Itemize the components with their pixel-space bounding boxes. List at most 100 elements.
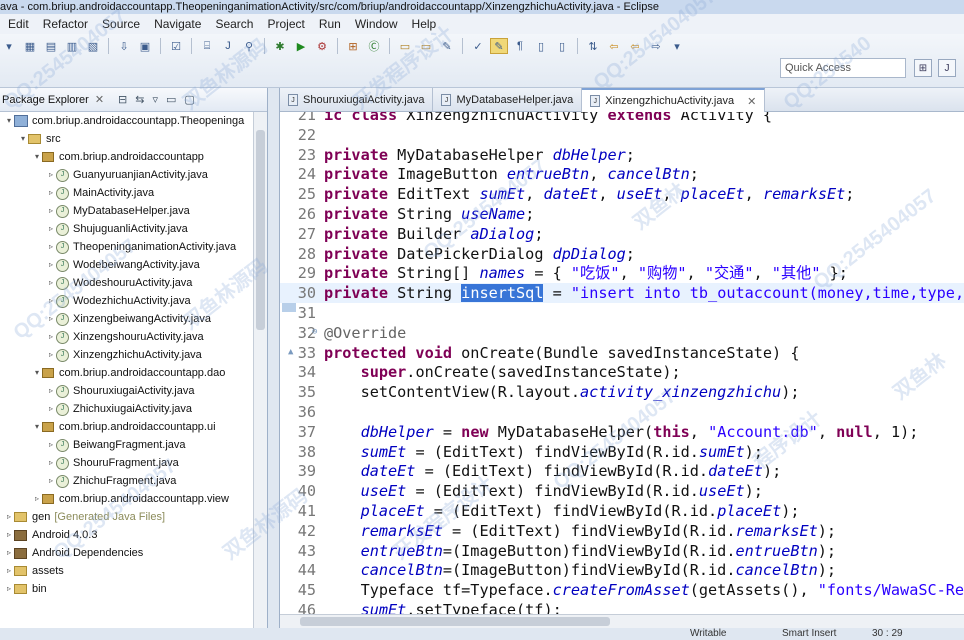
tree-item[interactable]: ▹ J WodeshouruActivity.java (0, 274, 267, 292)
collapsed-arrow-icon[interactable]: ▹ (46, 454, 56, 472)
expanded-arrow-icon[interactable]: ▾ (18, 130, 28, 148)
menu-window[interactable]: Window (348, 17, 405, 31)
annotation-icon[interactable]: ✓ (469, 38, 487, 54)
collapsed-arrow-icon[interactable]: ▹ (46, 310, 56, 328)
expanded-arrow-icon[interactable]: ▾ (4, 112, 14, 130)
editor-tab[interactable]: J MyDatabaseHelper.java (433, 88, 583, 112)
code-line[interactable]: 41 placeEt = (EditText) findViewById(R.i… (280, 501, 964, 521)
tree-item[interactable]: ▹ J ShujuguanliActivity.java (0, 220, 267, 238)
collapsed-arrow-icon[interactable]: ▹ (46, 382, 56, 400)
code-line[interactable]: 30 private String insertSql = "insert int… (280, 283, 964, 304)
open-perspective-icon[interactable]: ⊞ (914, 59, 932, 77)
print-icon[interactable]: ▧ (84, 38, 102, 54)
tree-item[interactable]: ▹ J BeiwangFragment.java (0, 436, 267, 454)
code-line[interactable]: 34 super.onCreate(savedInstanceState); (280, 362, 964, 382)
menu-refactor[interactable]: Refactor (36, 17, 95, 31)
open-type-icon[interactable]: ⌸ (198, 38, 216, 54)
collapsed-arrow-icon[interactable]: ▹ (46, 400, 56, 418)
quick-access-field[interactable]: Quick Access (780, 58, 906, 78)
run-icon[interactable]: ▶ (292, 38, 310, 54)
block-select-icon[interactable]: ▯ (532, 38, 550, 54)
tree-item[interactable]: ▹ assets (0, 562, 267, 580)
menu-search[interactable]: Search (208, 17, 260, 31)
tree-item[interactable]: ▹ J GuanyuruanjianActivity.java (0, 166, 267, 184)
build-icon[interactable]: ⇩ (115, 38, 133, 54)
scrollbar-thumb[interactable] (256, 130, 265, 330)
expanded-arrow-icon[interactable]: ▾ (32, 418, 42, 436)
collapsed-arrow-icon[interactable]: ▹ (46, 274, 56, 292)
tree-item[interactable]: ▹ J MyDatabaseHelper.java (0, 202, 267, 220)
tree-scrollbar[interactable] (253, 112, 267, 628)
collapsed-arrow-icon[interactable]: ▹ (46, 292, 56, 310)
menu-run[interactable]: Run (312, 17, 348, 31)
open-folder-icon[interactable]: ▭ (396, 38, 414, 54)
split-editor-icon[interactable]: ▯ (553, 38, 571, 54)
tree-item[interactable]: ▾ com.briup.androidaccountapp.dao (0, 364, 267, 382)
code-line[interactable]: 21 ic class XinzengzhichuActivity extends… (280, 112, 964, 125)
collapsed-arrow-icon[interactable]: ▹ (46, 238, 56, 256)
collapsed-arrow-icon[interactable]: ▹ (4, 508, 14, 526)
save-icon[interactable]: ▤ (42, 38, 60, 54)
code-line[interactable]: 39 dateEt = (EditText) findViewById(R.id… (280, 461, 964, 481)
code-line[interactable]: 24 private ImageButton entrueBtn, cancelB… (280, 164, 964, 184)
tree-item[interactable]: ▹ Android Dependencies (0, 544, 267, 562)
tree-item[interactable]: ▹ J ZhichuxiugaiActivity.java (0, 400, 267, 418)
tree-item[interactable]: ▾ com.briup.androidaccountapp.Theopeninga (0, 112, 267, 130)
close-icon[interactable]: ✕ (95, 93, 104, 106)
code-line[interactable]: 44 cancelBtn=(ImageButton)findViewById(R… (280, 560, 964, 580)
collapsed-arrow-icon[interactable]: ▹ (46, 436, 56, 454)
tree-item[interactable]: ▹ J XinzengbeiwangActivity.java (0, 310, 267, 328)
tree-item[interactable]: ▹ J ShouruxiugaiActivity.java (0, 382, 267, 400)
editor-tab[interactable]: J XinzengzhichuActivity.java ✕ (582, 88, 766, 112)
fold-collapse-icon[interactable]: ⊖ (312, 327, 317, 337)
expanded-arrow-icon[interactable]: ▾ (32, 148, 42, 166)
back-icon[interactable]: ⇦ (605, 38, 623, 54)
forward-back-icon[interactable]: ⇦ (626, 38, 644, 54)
debug-icon[interactable]: ✱ (271, 38, 289, 54)
highlight-icon[interactable]: ✎ (490, 38, 508, 54)
link-editor-icon[interactable]: ⇆ (135, 93, 144, 106)
tree-item[interactable]: ▹ J ShouruFragment.java (0, 454, 267, 472)
tree-item[interactable]: ▹ J WodezhichuActivity.java (0, 292, 267, 310)
open-file-icon[interactable]: ▭ (417, 38, 435, 54)
tree-item[interactable]: ▹ J XinzengzhichuActivity.java (0, 346, 267, 364)
collapsed-arrow-icon[interactable]: ▹ (46, 166, 56, 184)
tree-item[interactable]: ▾ com.briup.androidaccountapp (0, 148, 267, 166)
code-line[interactable]: 46 sumEt.setTypeface(tf); (280, 600, 964, 614)
maximize-icon[interactable]: ▢ (184, 93, 194, 106)
code-line[interactable]: 31 (280, 303, 964, 323)
collapsed-arrow-icon[interactable]: ▹ (4, 562, 14, 580)
code-area[interactable]: 21 ic class XinzengzhichuActivity extends… (280, 112, 964, 614)
code-line[interactable]: 35 setContentView(R.layout.activity_xinz… (280, 382, 964, 402)
new-wizard-icon[interactable]: ▦ (21, 38, 39, 54)
code-line[interactable]: 40 useEt = (EditText) findViewById(R.id.… (280, 481, 964, 501)
collapsed-arrow-icon[interactable]: ▹ (46, 256, 56, 274)
collapse-all-icon[interactable]: ⊟ (118, 93, 127, 106)
collapsed-arrow-icon[interactable]: ▹ (46, 184, 56, 202)
expanded-arrow-icon[interactable]: ▾ (32, 364, 42, 382)
collapsed-arrow-icon[interactable]: ▹ (46, 328, 56, 346)
java-perspective-icon[interactable]: J (938, 59, 956, 77)
editor-tab[interactable]: J ShouruxiugaiActivity.java (280, 88, 434, 112)
code-line[interactable]: 42 remarksEt = (EditText) findViewById(R… (280, 521, 964, 541)
collapsed-arrow-icon[interactable]: ▹ (46, 472, 56, 490)
tree-item[interactable]: ▹ gen [Generated Java Files] (0, 508, 267, 526)
tree-item[interactable]: ▾ src (0, 130, 267, 148)
code-line[interactable]: 28 private DatePickerDialog dpDialog; (280, 244, 964, 264)
code-line[interactable]: 26 private String useName; (280, 204, 964, 224)
menu-project[interactable]: Project (260, 17, 311, 31)
pin-icon[interactable]: ▾ (668, 38, 686, 54)
task-icon[interactable]: ☑ (167, 38, 185, 54)
external-tools-icon[interactable]: ⚙ (313, 38, 331, 54)
package-explorer-tab[interactable]: Package Explorer ✕ ⊟ ⇆ ▿ ▭ ▢ (0, 88, 267, 112)
save-all-icon[interactable]: ▥ (63, 38, 81, 54)
show-whitespace-icon[interactable]: ¶ (511, 38, 529, 54)
tree-item[interactable]: ▹ J WodebeiwangActivity.java (0, 256, 267, 274)
override-marker-icon[interactable]: ▲ (288, 347, 293, 357)
next-annotation-icon[interactable]: ⇅ (584, 38, 602, 54)
minimize-icon[interactable]: ▭ (166, 93, 176, 106)
code-line[interactable]: 33 protected void onCreate(Bundle savedIn… (280, 343, 964, 363)
collapsed-arrow-icon[interactable]: ▹ (4, 526, 14, 544)
close-icon[interactable]: ✕ (747, 95, 756, 108)
tree-item[interactable]: ▹ J TheopeninganimationActivity.java (0, 238, 267, 256)
